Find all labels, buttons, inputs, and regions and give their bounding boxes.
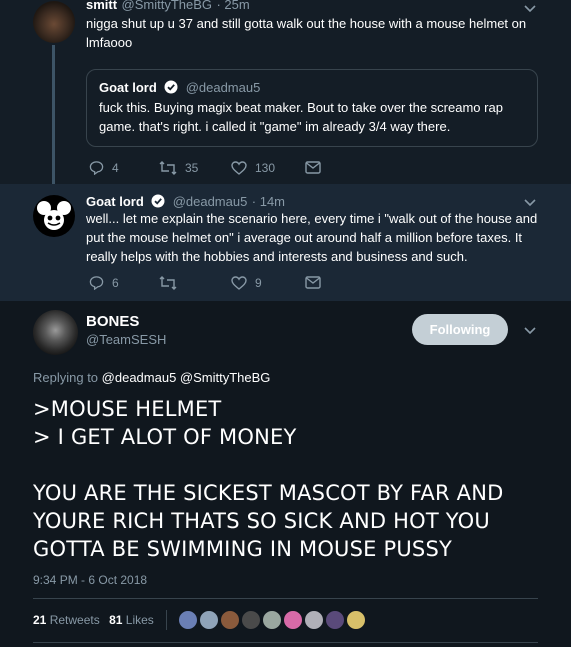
quote-text: fuck this. Buying magix beat maker. Bout… [99, 100, 503, 115]
author-handle[interactable]: @SmittyTheBG [122, 0, 213, 12]
replying-prefix: Replying to [33, 370, 99, 385]
tweet-text-line: GOTTA BE SWIMMING IN MOUSE PUSSY [33, 537, 453, 561]
retweet-icon [159, 275, 177, 290]
replying-to: Replying to @deadmau5 @SmittyTheBG [33, 370, 270, 385]
quote-author-handle: @deadmau5 [185, 80, 261, 95]
liker-avatars[interactable] [178, 610, 367, 630]
author-handle[interactable]: @TeamSESH [86, 332, 166, 347]
author-name[interactable]: Goat lord [86, 194, 144, 209]
liker-avatar[interactable] [325, 610, 345, 630]
reply-count: 4 [112, 160, 119, 175]
author-name[interactable]: smitt [86, 0, 117, 12]
tweet-text-line: > I GET ALOT OF MONEY [33, 425, 297, 449]
deadmau5-avatar[interactable] [33, 195, 75, 237]
liker-avatar[interactable] [262, 610, 282, 630]
tweet-time[interactable]: · 14m [252, 194, 285, 209]
reply-tweet[interactable]: Goat lord @deadmau5 · 14m well... let me… [0, 184, 571, 301]
heart-icon [231, 160, 247, 175]
tweet-timestamp[interactable]: 9:34 PM - 6 Oct 2018 [33, 573, 147, 587]
retweet-count: 35 [185, 160, 199, 175]
liker-avatar[interactable] [178, 610, 198, 630]
envelope-icon [305, 276, 321, 289]
verified-badge-icon [164, 80, 178, 94]
like-button[interactable]: 9 [231, 276, 305, 290]
liker-avatar[interactable] [283, 610, 303, 630]
reply-icon [89, 276, 104, 290]
retweets-count: 21 [33, 613, 47, 627]
replying-to-handles[interactable]: @deadmau5 @SmittyTheBG [102, 370, 271, 385]
tweet-text: nigga shut up u 37 and still gotta walk … [86, 16, 527, 31]
like-count: 130 [255, 160, 276, 175]
like-button[interactable]: 130 [231, 161, 305, 175]
liker-avatar[interactable] [346, 610, 366, 630]
tweet-text: really helps with the hobbies and intere… [86, 249, 468, 264]
like-count: 9 [255, 275, 262, 290]
tweet-text: put the mouse helmet on" i average out a… [86, 230, 523, 245]
likes-count: 81 [109, 613, 123, 627]
liker-avatar[interactable] [241, 610, 261, 630]
reply-icon [89, 161, 104, 175]
retweets-stat[interactable]: 21 Retweets [33, 613, 103, 627]
liker-avatar[interactable] [304, 610, 324, 630]
likes-label: Likes [125, 613, 154, 627]
retweet-icon [159, 160, 177, 175]
verified-badge-icon [151, 194, 165, 208]
divider [33, 598, 538, 599]
reply-button[interactable]: 4 [89, 160, 159, 175]
retweets-label: Retweets [49, 613, 100, 627]
liker-avatar[interactable] [220, 610, 240, 630]
quoted-tweet[interactable]: Goat lord @deadmau5 fuck this. Buying ma… [86, 69, 538, 147]
quote-text: game. that's right. i called it "game" i… [99, 119, 451, 134]
focused-tweet [0, 301, 571, 647]
direct-message-button[interactable] [305, 161, 329, 174]
chevron-down-icon[interactable] [523, 324, 537, 338]
quote-author-name: Goat lord [99, 80, 157, 95]
tweet-text: well... let me explain the scenario here… [86, 211, 538, 226]
tweet-text-line: YOURE RICH THATS SO SICK AND HOT YOU [33, 509, 490, 533]
mouse-head-icon [37, 201, 71, 230]
chevron-down-icon[interactable] [523, 196, 537, 210]
tweet-text-line: >MOUSE HELMET [33, 397, 222, 421]
heart-icon [231, 275, 247, 290]
following-button[interactable]: Following [412, 314, 508, 345]
reply-count: 6 [112, 275, 119, 290]
smitt-avatar[interactable] [33, 1, 75, 43]
bones-avatar[interactable] [33, 310, 78, 355]
retweet-button[interactable] [159, 275, 231, 290]
likes-stat[interactable]: 81 Likes [109, 613, 154, 627]
tweet-text-line: YOU ARE THE SICKEST MASCOT BY FAR AND [33, 481, 504, 505]
thread-line [52, 45, 55, 185]
divider [166, 610, 167, 630]
divider [33, 642, 538, 643]
tweet-time[interactable]: · 25m [216, 0, 249, 12]
tweet-text: lmfaooo [86, 35, 133, 50]
retweet-button[interactable]: 35 [159, 161, 231, 175]
liker-avatar[interactable] [199, 610, 219, 630]
envelope-icon [305, 161, 321, 174]
reply-button[interactable]: 6 [89, 275, 159, 290]
author-handle[interactable]: @deadmau5 [173, 194, 248, 209]
author-name[interactable]: BONES [86, 313, 166, 330]
parent-tweet[interactable]: smitt @SmittyTheBG · 25m nigga shut up u… [0, 0, 571, 185]
direct-message-button[interactable] [305, 276, 329, 289]
